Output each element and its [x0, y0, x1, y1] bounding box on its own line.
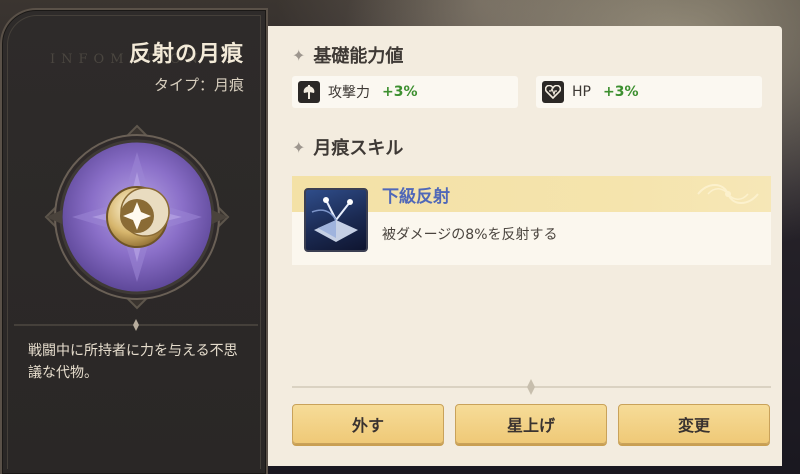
- ornament-icon: [697, 184, 759, 204]
- skill-card[interactable]: 下級反射 被ダメージの8%を反射する: [292, 176, 771, 265]
- heart-icon: [542, 81, 564, 103]
- skill-section-title: 月痕スキル: [313, 138, 404, 159]
- base-stats-title: 基礎能力値: [313, 46, 404, 67]
- item-info-panel: INFOMATION 反射の月痕 タイプ：月痕 戦闘中に所持者に力を与える不思議…: [0, 8, 268, 474]
- moon-emblem-icon: [44, 124, 230, 310]
- item-description: 戦闘中に所持者に力を与える不思議な代物。: [28, 343, 238, 381]
- remove-button[interactable]: 外す: [292, 404, 444, 444]
- star-up-button[interactable]: 星上げ: [455, 404, 607, 444]
- stat-hp: HP +3%: [536, 76, 762, 108]
- skill-name: 下級反射: [382, 187, 450, 207]
- stat-attack: 攻撃力 +3%: [292, 76, 518, 108]
- stat-label: HP: [572, 84, 591, 100]
- stat-label: 攻撃力: [328, 85, 370, 101]
- change-button[interactable]: 変更: [618, 404, 770, 444]
- sparkle-icon: ✦: [292, 137, 306, 157]
- stat-value: +3%: [602, 84, 639, 100]
- skill-description: 被ダメージの8%を反射する: [382, 227, 558, 243]
- reflect-skill-icon: [304, 188, 368, 252]
- axe-icon: [298, 81, 320, 103]
- item-type: タイプ：月痕: [153, 76, 244, 94]
- detail-panel: ✦ 基礎能力値 攻撃力 +3% HP +3% ✦ 月痕スキル 下級反射 被ダメー…: [268, 26, 782, 466]
- left-divider: [14, 319, 258, 331]
- sparkle-icon: ✦: [292, 45, 306, 65]
- stat-value: +3%: [382, 84, 418, 100]
- right-divider: [292, 379, 771, 395]
- skill-section-header: ✦ 月痕スキル: [292, 134, 403, 160]
- item-name: 反射の月痕: [128, 42, 244, 67]
- base-stats-header: ✦ 基礎能力値: [292, 42, 403, 68]
